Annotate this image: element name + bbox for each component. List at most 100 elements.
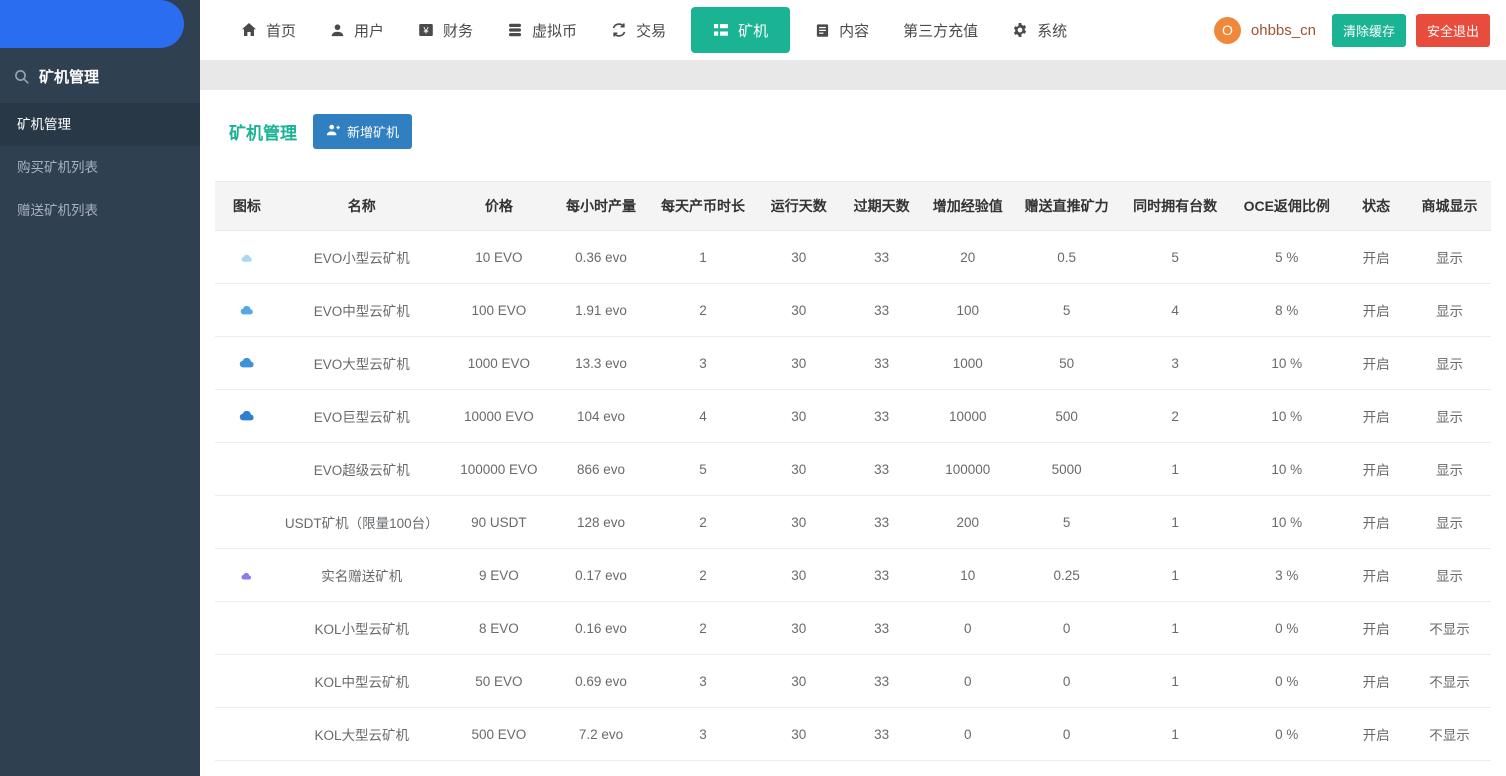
nav-item-home[interactable]: 首页 (224, 0, 313, 60)
cell-status: 开启 (1344, 654, 1408, 708)
cell-daily-coin-hours: 1 (648, 230, 758, 284)
table-row: KOL巨型云矿机5000 EVO75 evo330330010 %开启不显示 (215, 760, 1491, 776)
cell-run-days: 30 (757, 548, 841, 602)
avatar[interactable]: O (1213, 16, 1241, 44)
cell-hourly-output: 13.3 evo (553, 336, 649, 390)
cell-hourly-output: 104 evo (553, 389, 649, 443)
add-miner-button[interactable]: 新增矿机 (313, 114, 413, 149)
sidebar: 矿机管理 矿机管理 购买矿机列表 赠送矿机列表 (0, 0, 200, 776)
miner-icon (713, 22, 729, 38)
cell-hourly-output: 0.17 evo (553, 548, 649, 602)
column-header-2: 价格 (444, 181, 554, 231)
miner-icon-cell (215, 654, 279, 708)
cell-hourly-output: 0.36 evo (553, 230, 649, 284)
table-row: KOL中型云矿机 50 EVO 0.69 evo 3 30 33 0 0 1 0 % 开启 不显示 (215, 654, 1491, 708)
sidebar-item-miner-manage[interactable]: 矿机管理 (0, 103, 200, 146)
cell-oce-rebate: 10 % (1229, 442, 1345, 496)
nav-item-third-party-recharge[interactable]: 第三方充值 (886, 0, 995, 60)
cell-expire-days: 33 (840, 442, 924, 496)
miner-icon-cell (215, 601, 279, 655)
cell-max-units: 3 (1120, 336, 1230, 390)
cell-price: 100 EVO (444, 283, 554, 337)
table-row: EVO巨型云矿机 10000 EVO 104 evo 4 30 33 10000 500 2 10… (215, 389, 1491, 443)
cloud-icon (239, 357, 255, 368)
breadcrumb-strip (200, 60, 1506, 90)
cell-expire-days: 33 (840, 336, 924, 390)
cell-name: KOL小型云矿机 (278, 601, 445, 655)
nav-item-users[interactable]: 用户 (313, 0, 401, 60)
cell-expire-days: 33 (840, 760, 924, 776)
cell-name: EVO小型云矿机 (278, 230, 445, 284)
cloud-icon (240, 305, 254, 315)
table-header-row: 图标 名称 价格 每小时产量 每天产币时长 运行天数 过期天数 增加经验值 赠送直推矿力 同时拥有… (215, 181, 1491, 231)
nav-item-label: 内容 (839, 22, 870, 40)
logout-button[interactable]: 安全退出 (1415, 13, 1490, 47)
column-header-5: 运行天数 (757, 181, 841, 231)
cell-oce-rebate: 0 % (1229, 760, 1345, 776)
cell-mall-display: 显示 (1407, 283, 1491, 337)
column-header-9: 同时拥有台数 (1120, 181, 1230, 231)
column-header-7: 增加经验值 (923, 181, 1013, 231)
clear-cache-button[interactable]: 清除缓存 (1331, 13, 1406, 47)
miner-icon-cell (215, 283, 279, 337)
app-root: 矿机管理 矿机管理 购买矿机列表 赠送矿机列表 首页 用户 ¥ 财务 虚拟币 交易 矿机 内容 第三… (0, 0, 1506, 776)
column-header-3: 每小时产量 (553, 181, 649, 231)
logo-area (0, 0, 184, 48)
cell-mall-display: 显示 (1407, 389, 1491, 443)
cell-status: 开启 (1344, 283, 1408, 337)
coins-icon (507, 22, 523, 38)
miner-icon-cell (215, 707, 279, 761)
search-icon (14, 69, 30, 85)
cell-expire-days: 33 (840, 495, 924, 549)
content-icon (815, 23, 830, 38)
cell-name: KOL大型云矿机 (278, 707, 445, 761)
table-row: KOL小型云矿机 8 EVO 0.16 evo 2 30 33 0 0 1 0 % 开启 不显示 (215, 601, 1491, 655)
nav-item-finance[interactable]: ¥ 财务 (401, 0, 490, 60)
cell-price: 50 EVO (444, 654, 554, 708)
cell-mall-display: 显示 (1407, 548, 1491, 602)
table-body: EVO小型云矿机 10 EVO 0.36 evo 1 30 33 20 0.5 5 5 % 开启 显示… (215, 230, 1491, 776)
sidebar-header-label: 矿机管理 (39, 69, 100, 86)
nav-item-virtual-coin[interactable]: 虚拟币 (490, 0, 594, 60)
nav-item-content[interactable]: 内容 (798, 0, 886, 60)
cell-max-units: 1 (1120, 707, 1230, 761)
gear-icon (1012, 22, 1028, 38)
sidebar-item-gift-miner-list[interactable]: 赠送矿机列表 (0, 189, 200, 232)
nav-item-miner[interactable]: 矿机 (691, 7, 791, 53)
cell-max-units: 1 (1120, 601, 1230, 655)
cell-daily-coin-hours: 2 (648, 495, 758, 549)
column-header-6: 过期天数 (840, 181, 924, 231)
cell-oce-rebate: 10 % (1229, 495, 1345, 549)
cell-daily-coin-hours: 5 (648, 442, 758, 496)
cell-mall-display: 显示 (1407, 495, 1491, 549)
svg-text:¥: ¥ (422, 26, 429, 37)
title-row: 矿机管理 新增矿机 (229, 114, 1491, 149)
nav-item-label: 首页 (266, 22, 297, 40)
cell-daily-coin-hours: 3 (648, 336, 758, 390)
cell-mall-display: 不显示 (1407, 760, 1491, 776)
add-miner-button-label: 新增矿机 (347, 125, 400, 140)
cell-status: 开启 (1344, 442, 1408, 496)
finance-icon: ¥ (418, 22, 434, 38)
cell-gift-power: 0 (1012, 760, 1121, 776)
cloud-icon (241, 254, 253, 262)
cell-price: 10000 EVO (444, 389, 554, 443)
cell-daily-coin-hours: 3 (648, 707, 758, 761)
cell-max-units: 1 (1120, 760, 1230, 776)
sidebar-item-buy-miner-list[interactable]: 购买矿机列表 (0, 146, 200, 189)
table-row: EVO小型云矿机 10 EVO 0.36 evo 1 30 33 20 0.5 5 5 % 开启 显示 (215, 230, 1491, 284)
cell-name: EVO大型云矿机 (278, 336, 445, 390)
nav-item-system[interactable]: 系统 (995, 0, 1084, 60)
cell-run-days: 30 (757, 654, 841, 708)
nav-item-trade[interactable]: 交易 (594, 0, 683, 60)
cell-price: 5000 EVO (444, 760, 554, 776)
miner-icon-cell (215, 495, 279, 549)
cell-exp-gain: 0 (923, 601, 1013, 655)
top-navbar: 首页 用户 ¥ 财务 虚拟币 交易 矿机 内容 第三方充值 系统 O ohbbs_cn 清除缓存 … (200, 0, 1506, 60)
username[interactable]: ohbbs_cn (1251, 22, 1316, 39)
cell-gift-power: 0.5 (1012, 230, 1121, 284)
cell-max-units: 2 (1120, 389, 1230, 443)
cell-expire-days: 33 (840, 548, 924, 602)
cell-name: KOL中型云矿机 (278, 654, 445, 708)
cell-price: 8 EVO (444, 601, 554, 655)
